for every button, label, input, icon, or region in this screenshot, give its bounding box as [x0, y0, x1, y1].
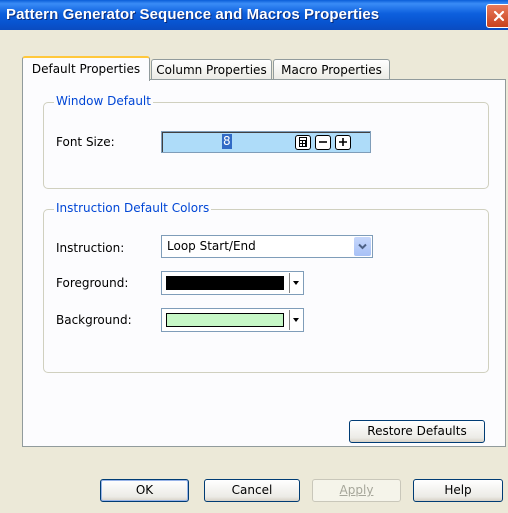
help-button[interactable]: Help: [413, 479, 503, 502]
properties-dialog: Pattern Generator Sequence and Macros Pr…: [0, 0, 508, 513]
foreground-swatch: [166, 276, 284, 290]
increment-button[interactable]: [335, 135, 351, 150]
tab-macro-properties[interactable]: Macro Properties: [273, 59, 390, 79]
instruction-colors-label: Instruction Default Colors: [54, 201, 212, 215]
close-icon: [493, 10, 505, 22]
instruction-dropdown-button[interactable]: [354, 237, 371, 256]
font-size-label: Font Size:: [56, 135, 115, 149]
minus-icon: [319, 141, 327, 143]
instruction-value: Loop Start/End: [167, 239, 256, 253]
foreground-color-picker[interactable]: [161, 271, 304, 295]
restore-defaults-button[interactable]: Restore Defaults: [349, 420, 485, 443]
foreground-label: Foreground:: [56, 276, 129, 290]
decrement-button[interactable]: [315, 135, 331, 150]
font-size-field[interactable]: 8: [161, 131, 371, 153]
title-bar[interactable]: Pattern Generator Sequence and Macros Pr…: [0, 0, 508, 30]
background-color-picker[interactable]: [161, 308, 304, 332]
tab-column-properties[interactable]: Column Properties: [151, 59, 272, 79]
instruction-select[interactable]: Loop Start/End: [161, 235, 373, 258]
apply-button[interactable]: Apply: [312, 479, 401, 502]
background-label: Background:: [56, 313, 132, 327]
font-size-value: 8: [222, 134, 232, 149]
instruction-label: Instruction:: [56, 241, 125, 255]
chevron-down-icon: [358, 243, 367, 250]
background-dropdown-button[interactable]: [289, 310, 302, 330]
apply-label: Apply: [339, 483, 374, 497]
window-title: Pattern Generator Sequence and Macros Pr…: [6, 6, 380, 23]
instruction-colors-group: Instruction Default Colors Instruction: …: [43, 201, 489, 373]
caret-down-icon: [293, 318, 299, 322]
window-default-label: Window Default: [54, 94, 153, 108]
close-button[interactable]: [486, 4, 508, 28]
foreground-dropdown-button[interactable]: [289, 273, 302, 293]
ok-button[interactable]: OK: [100, 479, 189, 502]
tab-panel: Window Default Font Size: 8 Instruction …: [22, 79, 506, 447]
window-default-group: Window Default Font Size: 8: [43, 94, 489, 189]
cancel-button[interactable]: Cancel: [204, 479, 300, 502]
calculator-icon: [299, 137, 307, 147]
calculator-button[interactable]: [295, 135, 311, 150]
tab-default-properties[interactable]: Default Properties: [22, 56, 150, 81]
caret-down-icon: [293, 281, 299, 285]
plus-icon: [339, 138, 347, 146]
background-swatch: [166, 313, 284, 327]
